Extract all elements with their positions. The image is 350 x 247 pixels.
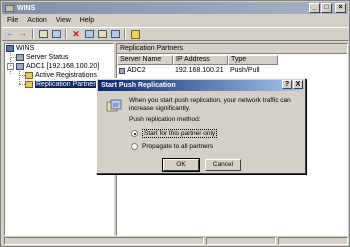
minimize-button[interactable]: _ bbox=[309, 3, 320, 13]
tree-item-label: Active Registrations bbox=[35, 72, 97, 79]
menu-action[interactable]: Action bbox=[27, 17, 46, 24]
title-bar[interactable]: WINS _ □ × bbox=[2, 2, 348, 14]
tree-connector bbox=[19, 71, 20, 84]
tree-item-replication-partners[interactable]: Replication Partners bbox=[25, 80, 101, 89]
status-segment bbox=[4, 237, 204, 245]
refresh-icon[interactable] bbox=[97, 29, 107, 39]
dialog-title[interactable]: Start Push Replication bbox=[98, 80, 304, 91]
maximize-button[interactable]: □ bbox=[321, 3, 332, 13]
help-icon[interactable] bbox=[130, 29, 140, 39]
toolbar-separator bbox=[65, 29, 67, 39]
radio-all-partners[interactable]: Propagate to all partners bbox=[131, 143, 213, 150]
wins-app-icon bbox=[5, 4, 14, 12]
tree-item-label: WINS bbox=[16, 45, 35, 52]
server-icon bbox=[16, 63, 24, 70]
radio-this-partner-only[interactable]: Start for this partner only bbox=[131, 129, 218, 138]
tree-item-active-registrations[interactable]: Active Registrations bbox=[25, 71, 97, 80]
radio-label: Propagate to all partners bbox=[142, 143, 214, 150]
toolbar: ← → ✕ bbox=[2, 27, 348, 41]
tree-item-server[interactable]: - ADC1 [192.168.100.20] bbox=[7, 62, 99, 71]
table-row[interactable]: ADC2 192.168.100.21 Push/Pull bbox=[117, 66, 347, 75]
radio-label: Start for this partner only bbox=[142, 129, 218, 138]
tree-item-server-status[interactable]: Server Status bbox=[16, 53, 68, 62]
collapse-icon[interactable]: - bbox=[7, 63, 14, 70]
server-name-text: ADC2 bbox=[127, 67, 146, 74]
dialog-controls: ? X bbox=[282, 80, 303, 89]
column-header-ip-address[interactable]: IP Address bbox=[173, 55, 228, 65]
properties-icon[interactable] bbox=[84, 29, 94, 39]
folder-icon bbox=[25, 72, 33, 79]
cell-server-name: ADC2 bbox=[117, 66, 173, 75]
status-segment bbox=[206, 237, 276, 245]
warning-info-icon bbox=[106, 99, 122, 112]
show-hide-tree-icon[interactable] bbox=[51, 29, 61, 39]
tree-item-wins[interactable]: WINS bbox=[6, 44, 34, 53]
server-status-icon bbox=[16, 54, 24, 61]
dialog-message: When you start push replication, your ne… bbox=[129, 97, 291, 112]
cell-ip-address: 192.168.100.21 bbox=[175, 67, 224, 74]
delete-icon[interactable]: ✕ bbox=[71, 29, 81, 39]
menu-view[interactable]: View bbox=[56, 17, 71, 24]
column-header-server-name[interactable]: Server Name bbox=[117, 55, 173, 65]
column-header-type[interactable]: Type bbox=[228, 55, 278, 65]
back-arrow-icon[interactable]: ← bbox=[5, 29, 15, 39]
radio-button-checked[interactable] bbox=[131, 130, 138, 137]
method-label: Push replication method: bbox=[129, 116, 201, 123]
tree-item-label: Server Status bbox=[26, 54, 69, 61]
toolbar-separator bbox=[32, 29, 34, 39]
close-button[interactable]: × bbox=[335, 3, 346, 13]
ok-button[interactable]: OK bbox=[162, 158, 200, 172]
window-title: WINS bbox=[17, 4, 36, 12]
menu-help[interactable]: Help bbox=[80, 17, 94, 24]
status-bar bbox=[2, 237, 348, 246]
details-pane-title: Replication Partners bbox=[117, 44, 347, 54]
forward-arrow-icon[interactable]: → bbox=[18, 29, 28, 39]
export-icon[interactable] bbox=[110, 29, 120, 39]
start-push-replication-dialog: Start Push Replication ? X When you star… bbox=[96, 78, 306, 174]
tree-item-label: ADC1 [192.168.100.20] bbox=[26, 63, 100, 70]
wins-root-icon bbox=[6, 45, 14, 52]
cell-type: Push/Pull bbox=[230, 67, 260, 74]
folder-icon bbox=[25, 81, 33, 88]
status-segment bbox=[278, 237, 348, 245]
menu-bar: File Action View Help bbox=[2, 15, 348, 26]
tree-item-label: Replication Partners bbox=[35, 81, 101, 88]
dialog-close-button[interactable]: X bbox=[293, 80, 303, 89]
radio-button[interactable] bbox=[131, 143, 138, 150]
cancel-button[interactable]: Cancel bbox=[205, 159, 241, 171]
menu-file[interactable]: File bbox=[7, 17, 18, 24]
column-headers: Server Name IP Address Type bbox=[117, 55, 347, 65]
window-controls: _ □ × bbox=[309, 3, 346, 13]
dialog-help-button[interactable]: ? bbox=[282, 80, 292, 89]
partner-server-icon bbox=[119, 67, 125, 74]
toolbar-separator bbox=[124, 29, 126, 39]
up-folder-icon[interactable] bbox=[38, 29, 48, 39]
